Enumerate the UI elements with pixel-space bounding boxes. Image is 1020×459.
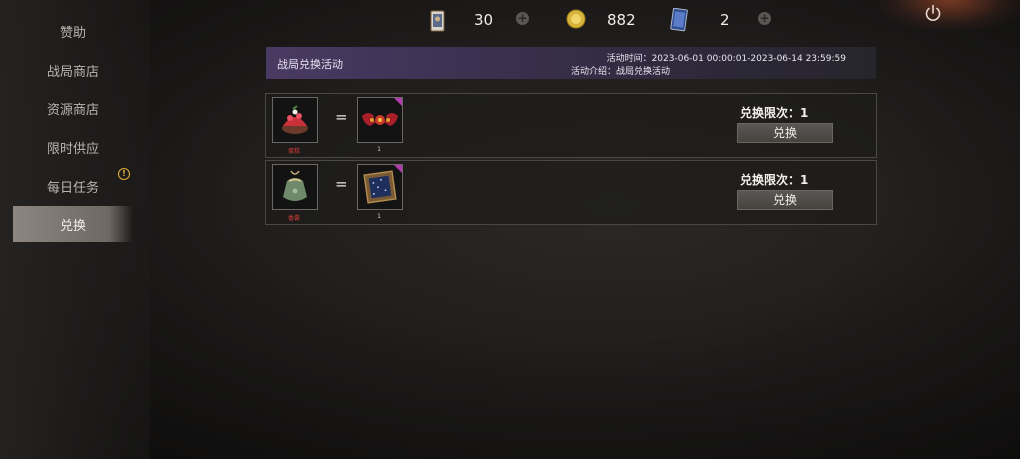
- blue-card-count: 2: [720, 11, 730, 29]
- card-count: 30: [474, 11, 494, 29]
- sidebar-item-label: 兑换: [59, 218, 86, 234]
- alert-icon: !: [118, 168, 130, 180]
- cost-item-slot[interactable]: [272, 97, 318, 143]
- equals-sign: =: [335, 175, 348, 193]
- sidebar-item-exchange[interactable]: 兑换: [13, 206, 133, 242]
- cost-item-caption: 香囊: [287, 215, 300, 222]
- equals-sign: =: [335, 108, 348, 126]
- cake-icon: [282, 105, 308, 134]
- sidebar-item-label: 每日任务: [46, 180, 99, 196]
- reward-item-count: 1: [377, 146, 381, 153]
- activity-header: 战局兑换活动 活动时间：2023-06-01 00:00:01-2023-06-…: [266, 47, 876, 79]
- power-icon[interactable]: [924, 4, 942, 22]
- sidebar-item-label: 限时供应: [46, 141, 99, 157]
- exchange-button[interactable]: 兑换: [737, 123, 833, 143]
- blue-card-icon: [670, 8, 688, 32]
- exchange-row: 香囊 = 1 兑换限次：1 兑换: [265, 160, 877, 225]
- reward-item-slot[interactable]: [357, 97, 403, 143]
- pouch-icon: [283, 170, 307, 201]
- sidebar-item-limited-supply[interactable]: 限时供应: [13, 129, 133, 165]
- cost-item-caption: 蛋糕: [287, 148, 300, 155]
- sidebar-item-sponsor[interactable]: 赞助: [13, 13, 133, 49]
- add-blue-cards-button[interactable]: +: [758, 12, 771, 25]
- sidebar-item-resource-shop[interactable]: 资源商店: [13, 90, 133, 126]
- card-icon: [430, 10, 445, 32]
- sidebar-item-label: 资源商店: [46, 102, 99, 118]
- sidebar-item-label: 战局商店: [46, 64, 99, 80]
- cost-item-slot[interactable]: [272, 164, 318, 210]
- activity-description: 活动介绍：战局兑换活动: [571, 67, 671, 77]
- rarity-corner-tag: [394, 98, 402, 106]
- gold-coin-icon: [566, 9, 586, 29]
- exchange-button[interactable]: 兑换: [737, 190, 833, 210]
- rarity-corner-tag: [394, 165, 402, 173]
- add-cards-button[interactable]: +: [516, 12, 529, 25]
- power-glow: [880, 0, 1020, 30]
- sidebar-item-battle-shop[interactable]: 战局商店: [13, 52, 133, 88]
- exchange-row: 蛋糕 = 1 兑换限次：1 兑换: [265, 93, 877, 158]
- sidebar-item-label: 赞助: [59, 25, 86, 41]
- activity-title: 战局兑换活动: [277, 58, 343, 71]
- sidebar-item-daily-tasks[interactable]: 每日任务: [13, 168, 133, 204]
- gold-count: 882: [607, 11, 636, 29]
- activity-time: 活动时间：2023-06-01 00:00:01-2023-06-14 23:5…: [606, 54, 846, 64]
- reward-item-count: 1: [377, 213, 381, 220]
- exchange-limit-label: 兑换限次：1: [740, 173, 809, 187]
- sidebar: 赞助 战局商店 资源商店 限时供应 每日任务 ! 兑换: [0, 0, 150, 459]
- exchange-limit-label: 兑换限次：1: [740, 106, 809, 120]
- reward-item-slot[interactable]: [357, 164, 403, 210]
